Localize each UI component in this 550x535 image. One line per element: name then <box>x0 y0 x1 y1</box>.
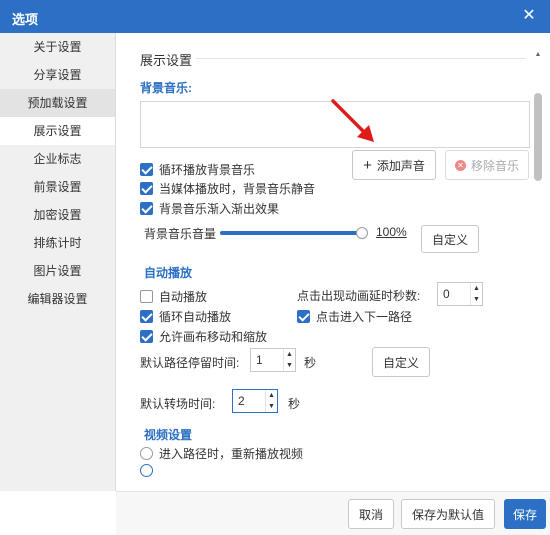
remove-music-button[interactable]: ✕ 移除音乐 <box>445 150 529 180</box>
checkbox-checked[interactable] <box>140 182 153 195</box>
plus-icon: + <box>363 156 372 174</box>
volume-slider-thumb[interactable] <box>356 227 368 239</box>
checkbox-unchecked[interactable] <box>140 290 153 303</box>
footer: 取消 保存为默认值 保存 <box>116 491 550 535</box>
checkbox-checked[interactable] <box>140 163 153 176</box>
checkbox-checked[interactable] <box>140 310 153 323</box>
checkbox-checked[interactable] <box>140 330 153 343</box>
autoplay-heading: 自动播放 <box>144 266 193 280</box>
stepper-up-icon[interactable]: ▲ <box>284 349 295 360</box>
window-title: 选项 <box>12 12 39 27</box>
volume-value: 100% <box>376 225 407 239</box>
scroll-up-icon[interactable]: ▲ <box>534 51 542 59</box>
anim-delay-label: 点击出现动画延时秒数: <box>297 289 421 303</box>
add-sound-button[interactable]: + 添加声音 <box>352 150 436 180</box>
transition-stepper[interactable]: 2 ▲ ▼ <box>232 389 278 413</box>
volume-custom-button[interactable]: 自定义 <box>421 225 479 253</box>
cancel-button[interactable]: 取消 <box>348 499 394 529</box>
settings-panel: 展示设置 背景音乐: 循环播放背景音乐 当媒体播放时，背景音乐静音 背景音乐渐入… <box>116 33 550 491</box>
loop-music-checkbox[interactable]: 循环播放背景音乐 <box>140 161 255 178</box>
close-icon[interactable]: ✕ <box>518 5 540 27</box>
remove-circle-icon: ✕ <box>454 159 466 171</box>
stepper-down-icon[interactable]: ▼ <box>266 401 277 412</box>
checkbox-checked[interactable] <box>140 202 153 215</box>
volume-label: 背景音乐音量 <box>144 227 217 241</box>
transition-label: 默认转场时间: <box>140 397 216 411</box>
bg-music-heading: 背景音乐: <box>140 81 192 95</box>
stepper-up-icon[interactable]: ▲ <box>266 390 277 401</box>
partial-radio[interactable] <box>140 464 153 477</box>
save-button[interactable]: 保存 <box>504 499 546 529</box>
volume-slider-fill <box>220 231 362 235</box>
path-custom-button[interactable]: 自定义 <box>372 347 430 377</box>
sidebar-item-encrypt[interactable]: 加密设置 <box>0 201 115 229</box>
autoplay-checkbox[interactable]: 自动播放 <box>140 288 207 305</box>
anim-delay-stepper[interactable]: 0 ▲ ▼ <box>437 282 483 306</box>
sidebar: 关于设置 分享设置 预加载设置 展示设置 企业标志 前景设置 加密设置 排练计时… <box>0 33 116 491</box>
fade-music-checkbox[interactable]: 背景音乐渐入渐出效果 <box>140 200 279 217</box>
checkbox-checked[interactable] <box>297 310 310 323</box>
next-path-checkbox[interactable]: 点击进入下一路径 <box>297 308 412 325</box>
path-stay-label: 默认路径停留时间: <box>140 356 240 370</box>
section-title: 展示设置 <box>140 53 193 68</box>
path-stay-stepper[interactable]: 1 ▲ ▼ <box>250 348 296 372</box>
volume-slider[interactable] <box>220 227 368 239</box>
transition-unit: 秒 <box>288 397 301 411</box>
sidebar-item-about[interactable]: 关于设置 <box>0 33 115 61</box>
radio-unchecked[interactable] <box>140 447 153 460</box>
path-stay-unit: 秒 <box>304 356 317 370</box>
replay-video-radio[interactable]: 进入路径时，重新播放视频 <box>140 445 303 462</box>
stepper-down-icon[interactable]: ▼ <box>471 294 482 305</box>
stepper-down-icon[interactable]: ▼ <box>284 360 295 371</box>
title-bar: 选项 ✕ <box>0 0 550 33</box>
sidebar-item-foreground[interactable]: 前景设置 <box>0 173 115 201</box>
sidebar-item-share[interactable]: 分享设置 <box>0 61 115 89</box>
sidebar-item-image[interactable]: 图片设置 <box>0 257 115 285</box>
loop-autoplay-checkbox[interactable]: 循环自动播放 <box>140 308 231 325</box>
scrollbar-thumb[interactable] <box>534 93 542 181</box>
allow-canvas-move-checkbox[interactable]: 允许画布移动和缩放 <box>140 328 267 345</box>
mute-on-media-checkbox[interactable]: 当媒体播放时，背景音乐静音 <box>140 180 315 197</box>
music-list[interactable] <box>140 101 530 148</box>
stepper-up-icon[interactable]: ▲ <box>471 283 482 294</box>
sidebar-item-preload[interactable]: 预加载设置 <box>0 89 115 117</box>
sidebar-item-logo[interactable]: 企业标志 <box>0 145 115 173</box>
sidebar-item-editor[interactable]: 编辑器设置 <box>0 285 115 313</box>
video-heading: 视频设置 <box>144 428 193 442</box>
section-divider <box>196 58 526 59</box>
sidebar-item-display[interactable]: 展示设置 <box>0 117 115 145</box>
sidebar-item-rehearse[interactable]: 排练计时 <box>0 229 115 257</box>
scrollbar[interactable]: ▲ <box>534 51 542 491</box>
save-default-button[interactable]: 保存为默认值 <box>401 499 495 529</box>
